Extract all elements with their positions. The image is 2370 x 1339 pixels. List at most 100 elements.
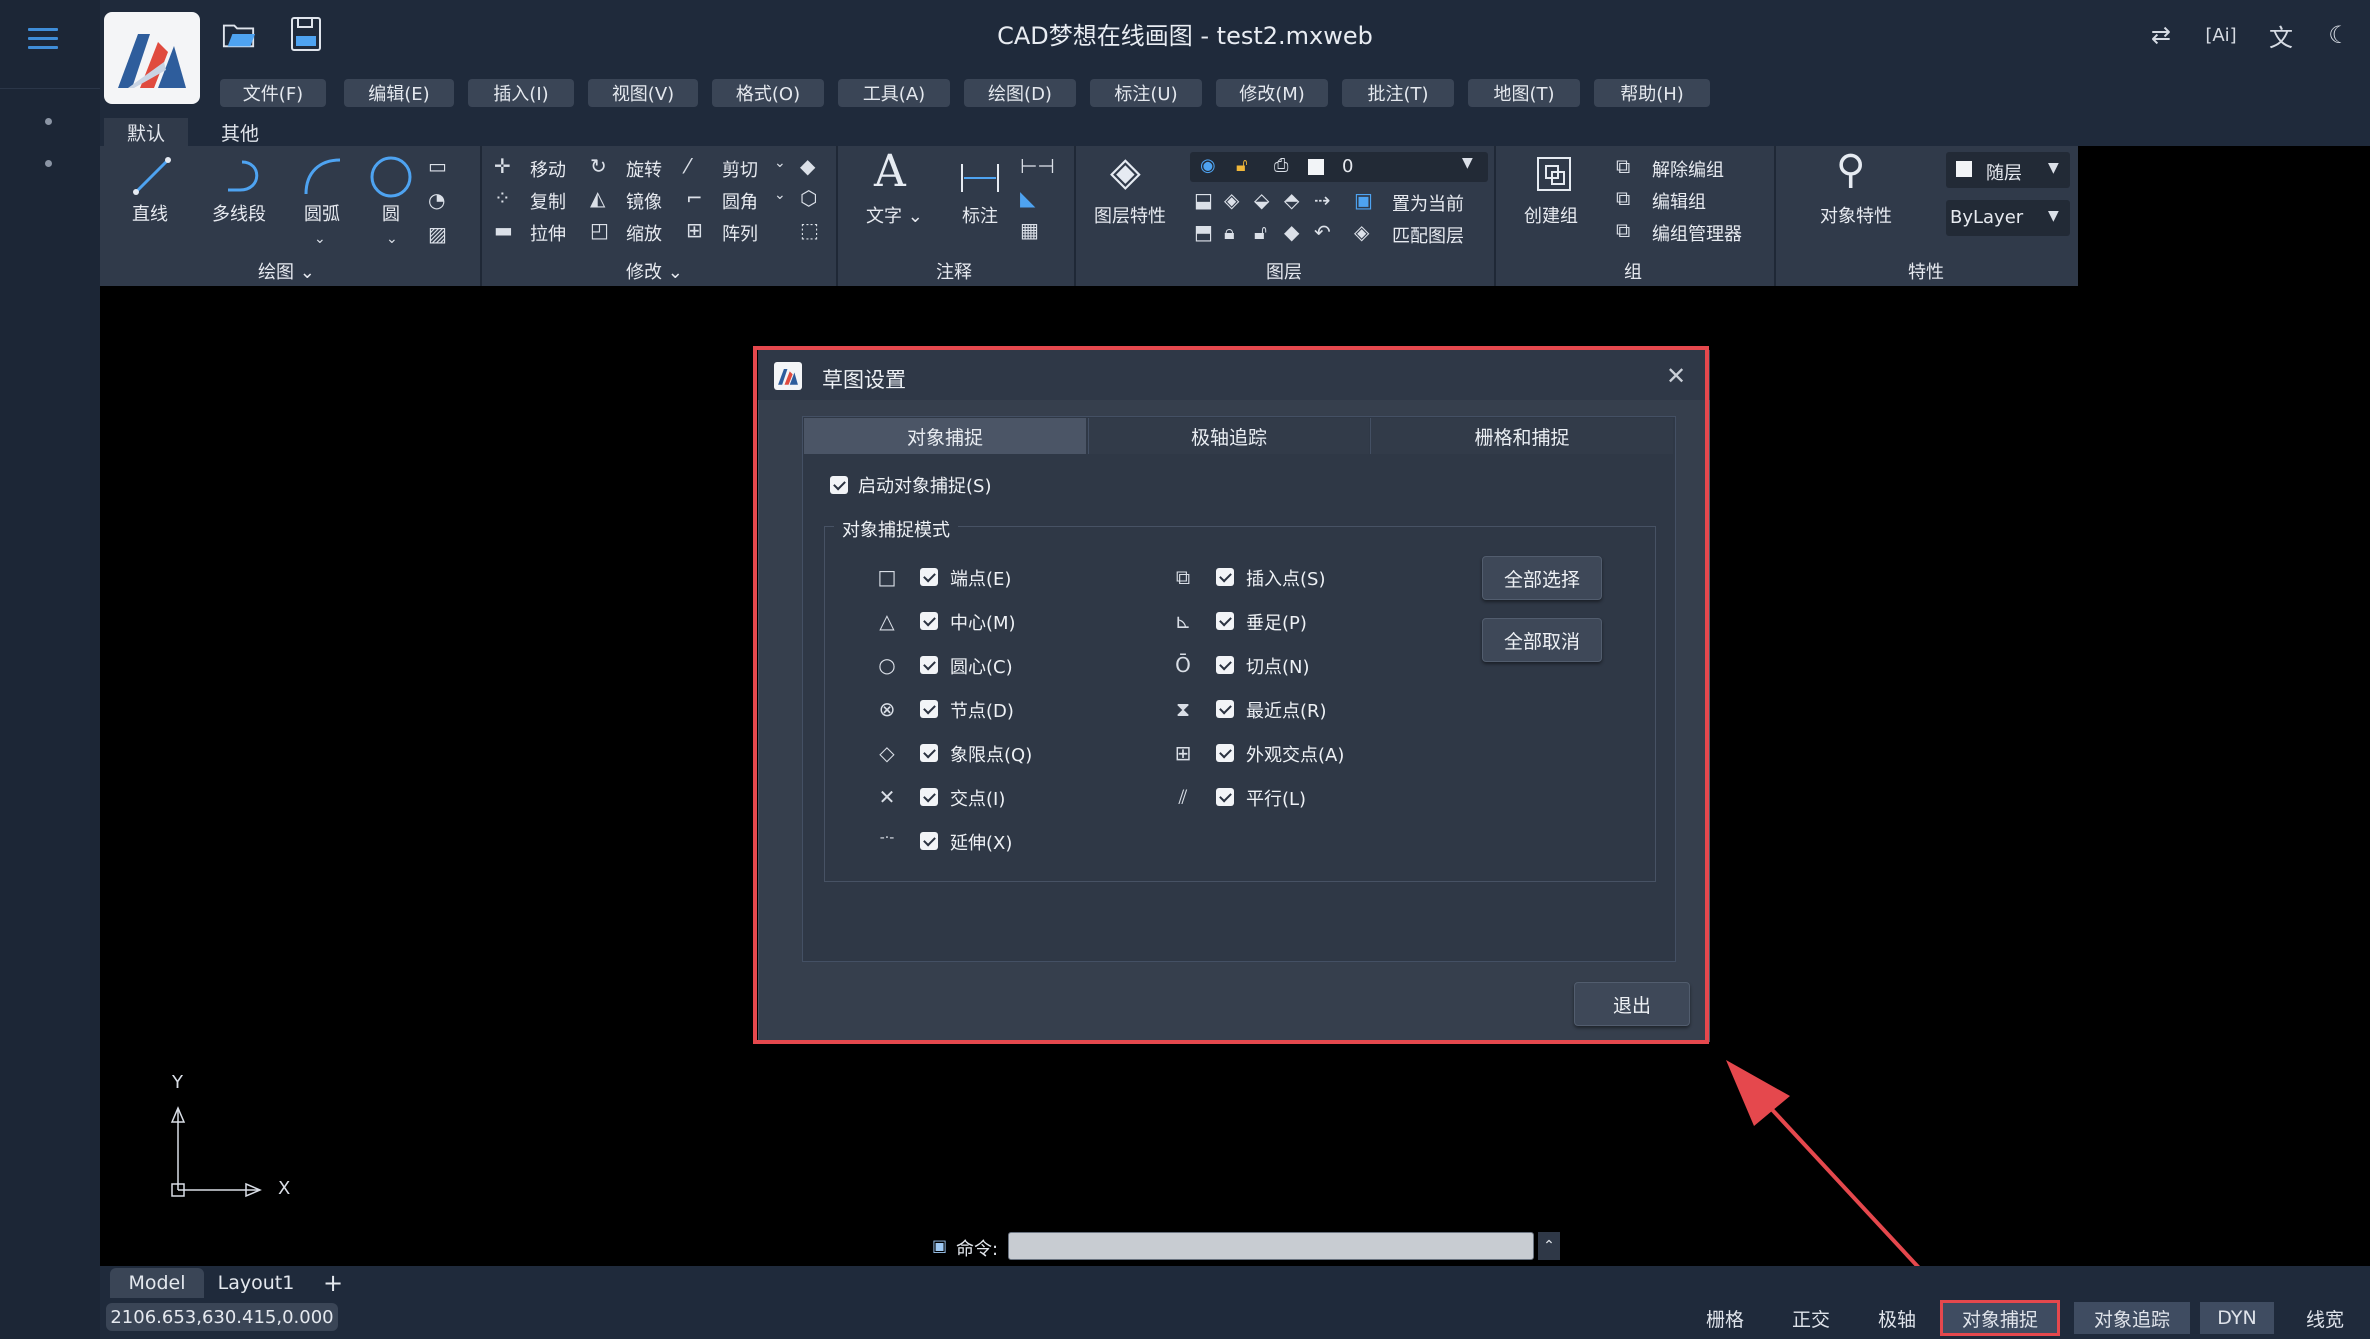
- layer-properties-label[interactable]: 图层特性: [1094, 202, 1166, 228]
- circle-tool[interactable]: [368, 154, 414, 204]
- chevron-down-icon[interactable]: ⌄: [314, 232, 326, 246]
- scale-icon[interactable]: ◰: [590, 220, 609, 240]
- status-grid-toggle[interactable]: 栅格: [1690, 1302, 1760, 1334]
- trim-icon[interactable]: ⁄: [686, 156, 689, 176]
- layer-isolate-icon[interactable]: ◈: [1224, 190, 1239, 210]
- object-properties-label[interactable]: 对象特性: [1820, 202, 1892, 228]
- layer-merge-icon[interactable]: ⇢: [1314, 190, 1331, 210]
- fillet-icon[interactable]: ⌐: [686, 188, 703, 208]
- modify-group-label[interactable]: 修改 ⌄: [626, 258, 683, 284]
- status-lineweight-toggle[interactable]: 线宽: [2290, 1302, 2360, 1334]
- status-osnap-toggle[interactable]: 对象捕捉: [1940, 1300, 2060, 1336]
- table-icon[interactable]: ▦: [1020, 220, 1039, 240]
- layer-dropdown[interactable]: ◉ 🔓︎ ⎙ 0 ▼: [1190, 152, 1488, 182]
- rectangle-tool-icon[interactable]: ▭: [428, 156, 447, 176]
- edit-group-icon[interactable]: ⧉: [1616, 188, 1630, 208]
- stretch-icon[interactable]: ▬: [494, 220, 513, 240]
- menu-tools[interactable]: 工具(A): [838, 79, 950, 107]
- menu-format[interactable]: 格式(O): [712, 79, 824, 107]
- set-current-label[interactable]: 置为当前: [1392, 190, 1464, 216]
- status-otrack-toggle[interactable]: 对象追踪: [2074, 1302, 2190, 1334]
- color-dropdown[interactable]: 随层 ▼: [1946, 152, 2070, 188]
- group-manager-icon[interactable]: ⧉: [1616, 220, 1630, 240]
- match-layer-label[interactable]: 匹配图层: [1392, 222, 1464, 248]
- object-properties-icon[interactable]: ⚲: [1836, 150, 1865, 190]
- ungroup-icon[interactable]: ⧉: [1616, 156, 1630, 176]
- move-label[interactable]: 移动: [530, 156, 566, 182]
- layer-on-icon[interactable]: ⬒: [1194, 222, 1213, 242]
- copy-icon[interactable]: ⁘: [494, 188, 511, 208]
- layer-unlock-icon[interactable]: 🔓︎: [1254, 222, 1267, 242]
- ai-icon[interactable]: [Ai]: [2204, 18, 2238, 52]
- layer-previous-icon[interactable]: ↶: [1314, 222, 1331, 242]
- set-current-icon[interactable]: ▣: [1354, 190, 1373, 210]
- select-icon[interactable]: ⬚: [800, 220, 819, 240]
- menu-markup[interactable]: 批注(T): [1342, 79, 1454, 107]
- draw-group-label[interactable]: 绘图 ⌄: [258, 258, 315, 284]
- menu-view[interactable]: 视图(V): [588, 79, 698, 107]
- match-layer-icon[interactable]: ◈: [1354, 222, 1369, 242]
- ellipse-arc-tool-icon[interactable]: ◔: [428, 190, 445, 210]
- hatch-tool-icon[interactable]: ▨: [428, 224, 447, 244]
- linetype-dropdown[interactable]: ByLayer ▼: [1946, 200, 2070, 236]
- erase-icon[interactable]: ◆: [800, 156, 815, 176]
- layout-tab-layout1[interactable]: Layout1: [204, 1268, 308, 1298]
- edit-group-label[interactable]: 编辑组: [1652, 188, 1706, 214]
- layout-tab-model[interactable]: Model: [110, 1268, 204, 1298]
- chevron-down-icon[interactable]: ⌄: [774, 188, 786, 202]
- layer-freeze-icon[interactable]: ⬙: [1254, 190, 1269, 210]
- menu-map[interactable]: 地图(T): [1468, 79, 1580, 107]
- line-tool[interactable]: [130, 154, 174, 202]
- stretch-label[interactable]: 拉伸: [530, 220, 566, 246]
- status-ortho-toggle[interactable]: 正交: [1776, 1302, 1846, 1334]
- layer-walk-icon[interactable]: ⬘: [1284, 190, 1299, 210]
- leader-icon[interactable]: ◣: [1020, 188, 1035, 208]
- command-expand-chevron-up-icon[interactable]: ⌃: [1538, 1232, 1560, 1260]
- swap-arrows-icon[interactable]: ⇄: [2144, 18, 2178, 52]
- text-tool-label[interactable]: 文字 ⌄: [866, 202, 923, 228]
- mirror-label[interactable]: 镜像: [626, 188, 662, 214]
- dimension-tool[interactable]: [958, 160, 1002, 200]
- scale-label[interactable]: 缩放: [626, 220, 662, 246]
- array-label[interactable]: 阵列: [722, 220, 758, 246]
- linear-dim-icon[interactable]: ⊢⊣: [1020, 156, 1055, 176]
- chevron-down-icon[interactable]: ⌄: [774, 156, 786, 170]
- layer-stack-icon[interactable]: ◈: [1110, 152, 1141, 192]
- arc-tool[interactable]: [300, 154, 344, 202]
- menu-insert[interactable]: 插入(I): [468, 79, 574, 107]
- explode-icon[interactable]: ⬡: [800, 188, 817, 208]
- command-input[interactable]: [1008, 1232, 1534, 1260]
- status-polar-toggle[interactable]: 极轴: [1862, 1302, 1932, 1334]
- menu-draw[interactable]: 绘图(D): [964, 79, 1076, 107]
- status-dyn-toggle[interactable]: DYN: [2200, 1302, 2274, 1334]
- move-icon[interactable]: ✛: [494, 156, 511, 176]
- rotate-icon[interactable]: ↻: [590, 156, 607, 176]
- layer-lock-icon[interactable]: 🔒︎: [1224, 222, 1235, 242]
- trim-label[interactable]: 剪切: [722, 156, 758, 182]
- sidebar-dot-icon[interactable]: [45, 160, 52, 167]
- menu-file[interactable]: 文件(F): [220, 79, 326, 107]
- group-manager-label[interactable]: 编组管理器: [1652, 220, 1742, 246]
- ribbon-tab-other[interactable]: 其他: [198, 118, 282, 146]
- array-icon[interactable]: ⊞: [686, 220, 703, 240]
- fillet-label[interactable]: 圆角: [722, 188, 758, 214]
- dark-mode-moon-icon[interactable]: ☾: [2322, 18, 2356, 52]
- rotate-label[interactable]: 旋转: [626, 156, 662, 182]
- sidebar-dot-icon[interactable]: [45, 118, 52, 125]
- mirror-icon[interactable]: ◭: [590, 188, 605, 208]
- menu-edit[interactable]: 编辑(E): [344, 79, 454, 107]
- copy-label[interactable]: 复制: [530, 188, 566, 214]
- translate-icon[interactable]: 文: [2264, 18, 2298, 52]
- layer-off-icon[interactable]: ⬓: [1194, 190, 1213, 210]
- menu-dimension[interactable]: 标注(U): [1090, 79, 1202, 107]
- chevron-down-icon[interactable]: ⌄: [386, 232, 398, 246]
- text-tool-icon[interactable]: A: [874, 150, 906, 194]
- layer-erase-icon[interactable]: ◆: [1284, 222, 1299, 242]
- create-group-tool[interactable]: [1534, 154, 1574, 198]
- menu-help[interactable]: 帮助(H): [1594, 79, 1710, 107]
- polyline-tool[interactable]: [222, 154, 266, 202]
- ungroup-label[interactable]: 解除编组: [1652, 156, 1724, 182]
- add-layout-plus-icon[interactable]: +: [318, 1268, 348, 1298]
- menu-modify[interactable]: 修改(M): [1216, 79, 1328, 107]
- ribbon-tab-default[interactable]: 默认: [104, 118, 188, 146]
